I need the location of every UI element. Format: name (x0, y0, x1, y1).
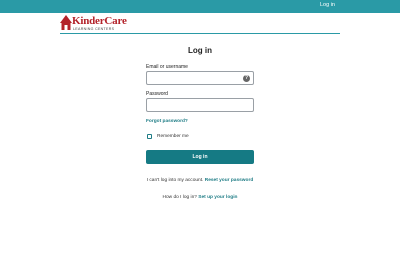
how-login-help: How do I log in? Set up your login (120, 195, 280, 200)
password-input[interactable] (146, 98, 254, 112)
top-bar: Log in (0, 0, 400, 13)
username-label: Email or username (146, 64, 188, 70)
info-icon[interactable]: ? (243, 75, 250, 82)
login-button[interactable]: Log in (146, 150, 254, 164)
password-label: Password (146, 91, 168, 97)
cant-login-text: I can't log into my account. (146, 178, 204, 183)
remember-me-label: Remember me (157, 134, 189, 139)
header: KinderCare LEARNING CENTERS (60, 13, 340, 34)
logo-sub-text: LEARNING CENTERS (73, 27, 115, 31)
forgot-password-link[interactable]: Forgot password? (146, 119, 188, 124)
cant-login-help: I can't log into my account. Reset your … (140, 177, 260, 185)
kindercare-logo[interactable]: KinderCare LEARNING CENTERS (60, 15, 140, 33)
page-title: Log in (188, 46, 212, 55)
how-login-text: How do I log in? (162, 195, 197, 200)
logo-schoolhouse-icon (60, 15, 72, 30)
logo-brand-text: KinderCare (72, 15, 127, 27)
username-input[interactable]: ? (146, 71, 254, 85)
top-login-link[interactable]: Log in (320, 2, 335, 8)
setup-login-link[interactable]: Set up your login (198, 195, 237, 200)
remember-me-checkbox[interactable] (147, 134, 152, 139)
reset-password-link[interactable]: Reset your password (205, 178, 254, 183)
